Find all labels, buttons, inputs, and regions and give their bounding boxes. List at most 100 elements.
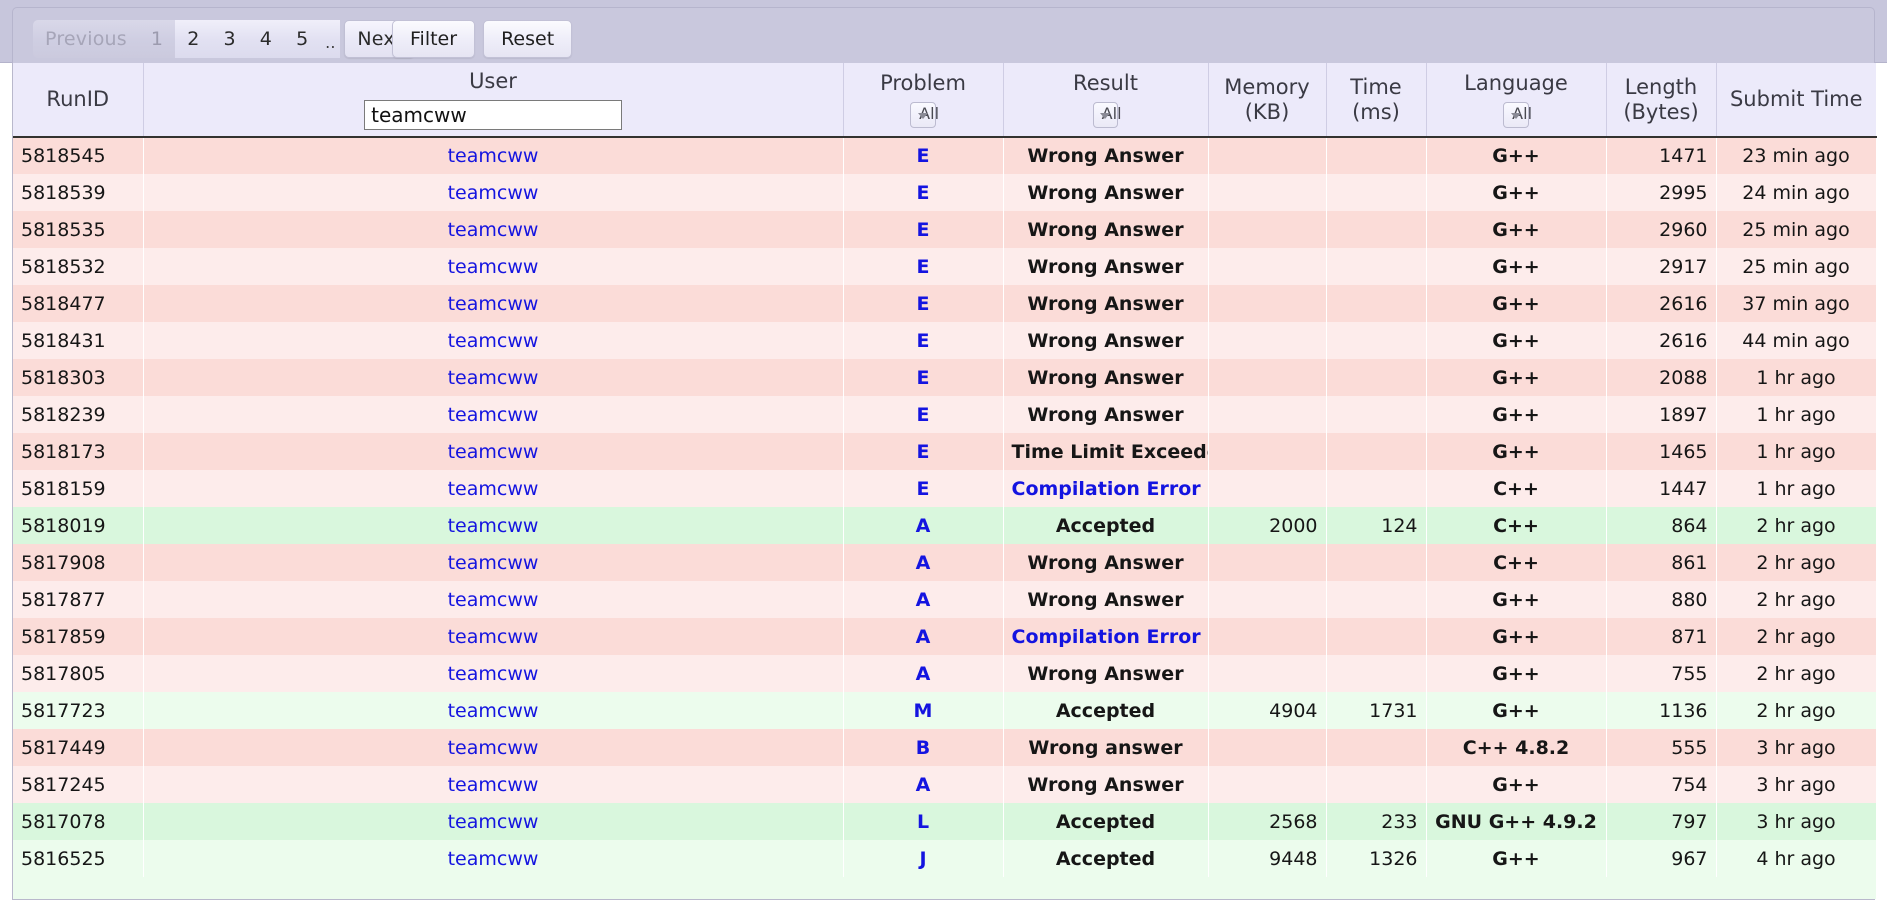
problem-link[interactable]: E bbox=[917, 404, 930, 426]
problem-link[interactable]: A bbox=[916, 774, 931, 796]
column-header-memory[interactable]: Memory (KB) bbox=[1208, 63, 1327, 138]
cell-result[interactable]: Compilation Error bbox=[1003, 618, 1208, 655]
user-link[interactable]: teamcww bbox=[448, 700, 539, 722]
filter-button[interactable]: Filter bbox=[392, 20, 476, 58]
cell-user: teamcww bbox=[143, 285, 843, 322]
problem-link[interactable]: E bbox=[917, 182, 930, 204]
user-link[interactable]: teamcww bbox=[448, 330, 539, 352]
problem-filter-select[interactable]: All bbox=[910, 101, 939, 128]
cell-problem: E bbox=[843, 322, 1003, 359]
user-link[interactable]: teamcww bbox=[448, 589, 539, 611]
problem-link[interactable]: A bbox=[916, 589, 931, 611]
pagination-page-1[interactable]: 1 bbox=[138, 20, 176, 58]
cell-length: 967 bbox=[1606, 840, 1716, 877]
problem-link[interactable]: A bbox=[916, 626, 931, 648]
submissions-table: RunID User Problem bbox=[13, 63, 1877, 899]
problem-link[interactable]: E bbox=[917, 330, 930, 352]
problem-link[interactable]: E bbox=[917, 441, 930, 463]
result-filter-select[interactable]: All bbox=[1092, 101, 1122, 128]
user-link[interactable]: teamcww bbox=[448, 219, 539, 241]
column-title-language: Language bbox=[1464, 71, 1568, 96]
cell-memory bbox=[1208, 470, 1326, 507]
cell-time bbox=[1326, 618, 1426, 655]
cell-language: G++ bbox=[1426, 618, 1606, 655]
cell-result[interactable]: Compilation Error bbox=[1003, 470, 1208, 507]
user-link[interactable]: teamcww bbox=[448, 774, 539, 796]
problem-link[interactable]: A bbox=[916, 552, 931, 574]
user-link[interactable]: teamcww bbox=[448, 626, 539, 648]
problem-link[interactable]: E bbox=[917, 256, 930, 278]
cell-submit-time: 23 min ago bbox=[1716, 137, 1876, 174]
user-link[interactable]: teamcww bbox=[448, 848, 539, 870]
user-link[interactable]: teamcww bbox=[448, 811, 539, 833]
problem-link[interactable]: E bbox=[917, 367, 930, 389]
pagination-page-3[interactable]: 3 bbox=[211, 20, 248, 58]
problem-link[interactable]: L bbox=[917, 811, 929, 833]
user-filter-input[interactable] bbox=[364, 99, 622, 130]
cell-time bbox=[1326, 396, 1426, 433]
cell-runid: 5818303 bbox=[13, 359, 143, 396]
problem-link[interactable]: A bbox=[916, 663, 931, 685]
top-toolbar: Previous 1 2 3 4 5 .. Next Filter Reset bbox=[0, 0, 1887, 65]
cell-problem: E bbox=[843, 433, 1003, 470]
problem-link[interactable]: M bbox=[914, 700, 933, 722]
cell-language: G++ bbox=[1426, 174, 1606, 211]
user-link[interactable]: teamcww bbox=[448, 663, 539, 685]
user-link[interactable]: teamcww bbox=[448, 256, 539, 278]
cell-user: teamcww bbox=[143, 692, 843, 729]
pagination-page-5[interactable]: 5 bbox=[284, 20, 321, 58]
user-link[interactable]: teamcww bbox=[448, 367, 539, 389]
cell-language: G++ bbox=[1426, 137, 1606, 174]
pagination-page-2[interactable]: 2 bbox=[175, 20, 212, 58]
cell-time bbox=[1326, 322, 1426, 359]
cell-problem: E bbox=[843, 248, 1003, 285]
table-row: 5817805 teamcww A Wrong Answer G++ 755 2 hr ag… bbox=[13, 655, 1876, 692]
user-link[interactable]: teamcww bbox=[448, 441, 539, 463]
cell-user: teamcww bbox=[143, 581, 843, 618]
problem-link[interactable]: E bbox=[917, 478, 930, 500]
column-title-problem: Problem bbox=[880, 71, 966, 96]
column-header-time[interactable]: Time (ms) bbox=[1326, 63, 1427, 138]
reset-button[interactable]: Reset bbox=[483, 20, 573, 58]
cell-time bbox=[1326, 655, 1426, 692]
cell-length: 2960 bbox=[1606, 211, 1716, 248]
cell-runid: 5817859 bbox=[13, 618, 143, 655]
user-link[interactable]: teamcww bbox=[448, 515, 539, 537]
column-title-time: Time bbox=[1350, 74, 1402, 99]
problem-link[interactable]: E bbox=[917, 219, 930, 241]
cell-time bbox=[1326, 285, 1426, 322]
user-link[interactable]: teamcww bbox=[448, 737, 539, 759]
language-filter-select[interactable]: All bbox=[1503, 101, 1532, 128]
cell-memory bbox=[1208, 285, 1326, 322]
column-header-runid[interactable]: RunID bbox=[13, 63, 144, 138]
cell-length: 2917 bbox=[1606, 248, 1716, 285]
table-row: 5817859 teamcww A Compilation Error G++ 871 2 … bbox=[13, 618, 1876, 655]
column-header-submit-time[interactable]: Submit Time bbox=[1716, 63, 1876, 138]
table-row: 5818019 teamcww A Accepted 2000 124 C++ 864 2 hr… bbox=[13, 507, 1876, 544]
pagination-page-4[interactable]: 4 bbox=[247, 20, 285, 58]
user-link[interactable]: teamcww bbox=[448, 478, 539, 500]
cell-runid: 5818159 bbox=[13, 470, 143, 507]
cell-submit-time: 2 hr ago bbox=[1716, 507, 1876, 544]
problem-link[interactable]: E bbox=[917, 145, 930, 167]
pagination-previous[interactable]: Previous bbox=[33, 20, 139, 58]
problem-link[interactable]: B bbox=[916, 737, 930, 759]
cell-problem: E bbox=[843, 211, 1003, 248]
cell-problem: A bbox=[843, 766, 1003, 803]
problem-link[interactable]: E bbox=[917, 293, 930, 315]
cell-memory bbox=[1208, 544, 1326, 581]
cell-runid: 5817805 bbox=[13, 655, 143, 692]
user-link[interactable]: teamcww bbox=[448, 293, 539, 315]
problem-link[interactable]: A bbox=[916, 515, 931, 537]
problem-link[interactable]: J bbox=[919, 848, 926, 870]
table-tail-filler bbox=[13, 877, 1876, 899]
user-link[interactable]: teamcww bbox=[448, 145, 539, 167]
user-link[interactable]: teamcww bbox=[448, 404, 539, 426]
cell-language: C++ bbox=[1426, 544, 1606, 581]
column-header-length[interactable]: Length (Bytes) bbox=[1606, 63, 1717, 138]
cell-language: G++ bbox=[1426, 359, 1606, 396]
user-link[interactable]: teamcww bbox=[448, 552, 539, 574]
cell-user: teamcww bbox=[143, 544, 843, 581]
cell-time bbox=[1326, 211, 1426, 248]
user-link[interactable]: teamcww bbox=[448, 182, 539, 204]
